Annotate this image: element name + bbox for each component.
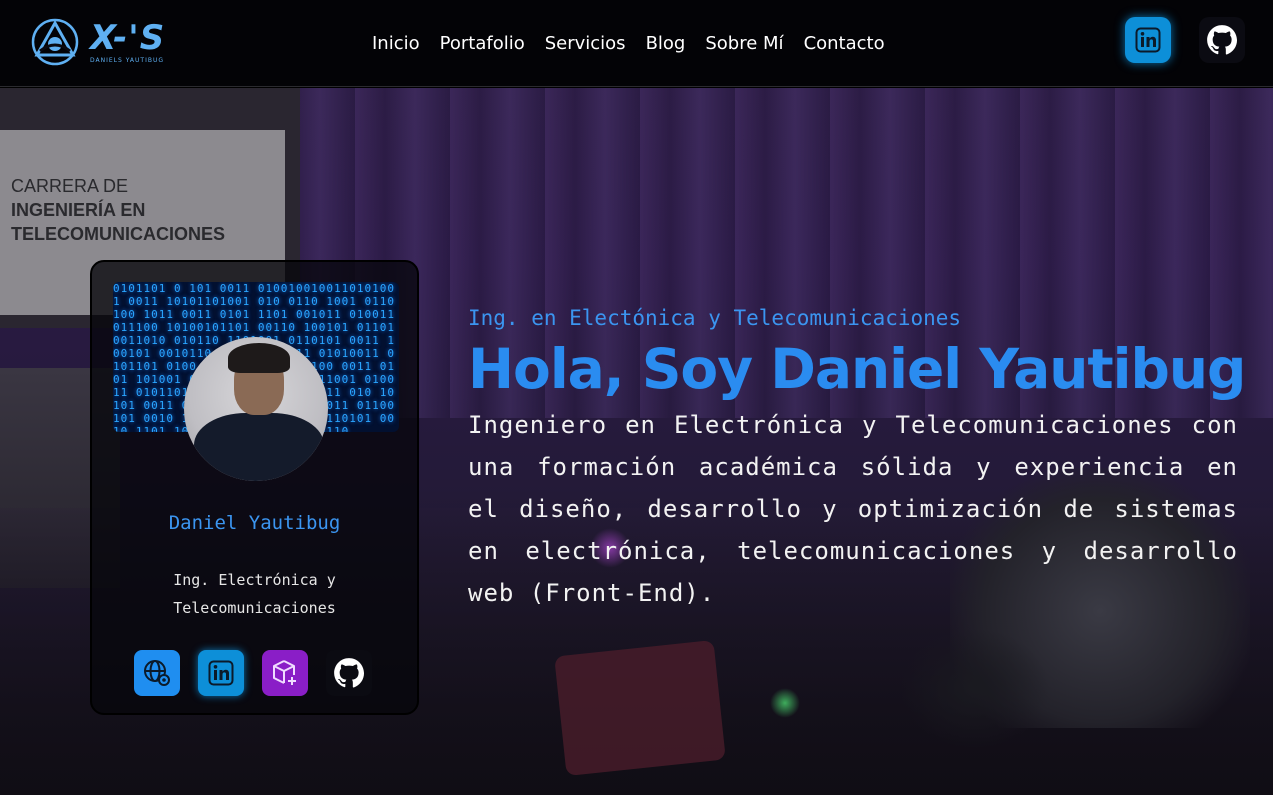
logo-sub-text: DANIELS YAUTIBUG	[90, 56, 165, 64]
profile-card: 0101101 0 101 0011 0100100100110101001 0…	[90, 260, 419, 715]
profile-role-line-1: Ing. Electrónica y	[173, 571, 336, 589]
hero-headline: Hola, Soy Daniel Yautibug	[468, 337, 1246, 401]
nav-link-contacto[interactable]: Contacto	[794, 33, 895, 54]
profile-name: Daniel Yautibug	[168, 512, 341, 534]
profile-role: Ing. Electrónica y Telecomunicaciones	[92, 566, 417, 622]
avatar-body	[194, 413, 324, 481]
avatar	[184, 337, 328, 481]
nav-github-button[interactable]	[1199, 17, 1245, 63]
profile-role-line-2: Telecomunicaciones	[173, 599, 336, 617]
website-button[interactable]	[134, 650, 180, 696]
nav-linkedin-button[interactable]	[1125, 17, 1171, 63]
nav-link-servicios[interactable]: Servicios	[535, 33, 636, 54]
hero-eyebrow: Ing. en Electónica y Telecomunicaciones	[468, 306, 962, 330]
background-robot-board	[554, 639, 726, 777]
paper-line-3: TELECOMUNICACIONES	[11, 224, 226, 244]
profile-social-links	[134, 650, 372, 696]
linkedin-icon	[1135, 27, 1161, 53]
cube-add-icon	[273, 660, 296, 685]
logo-main-text: X-'S	[90, 17, 166, 58]
nav-link-blog[interactable]: Blog	[636, 33, 696, 54]
github-icon	[1207, 25, 1238, 55]
nav-link-inicio[interactable]: Inicio	[362, 33, 430, 54]
github-icon	[334, 658, 365, 688]
background-led-green	[770, 688, 800, 718]
globe-network-icon	[144, 660, 170, 686]
nav-link-portafolio[interactable]: Portafolio	[430, 33, 535, 54]
hero-description: Ingeniero en Electrónica y Telecomunicac…	[468, 411, 1238, 607]
linkedin-icon	[208, 660, 234, 686]
logo-triangle-icon	[31, 18, 79, 66]
background-wheel	[900, 628, 1050, 748]
avatar-hair	[228, 343, 290, 373]
site-logo[interactable]: X-'S DANIELS YAUTIBUG	[30, 16, 175, 68]
card-github-button[interactable]	[326, 650, 372, 696]
card-portfolio-cube-button[interactable]	[262, 650, 308, 696]
main-nav: Inicio Portafolio Servicios Blog Sobre M…	[362, 0, 895, 87]
paper-line-1: CARRERA DE	[11, 176, 129, 196]
card-linkedin-button[interactable]	[198, 650, 244, 696]
top-navbar: X-'S DANIELS YAUTIBUG Inicio Portafolio …	[0, 0, 1273, 87]
nav-social-links	[1125, 17, 1245, 63]
nav-link-sobre-mi[interactable]: Sobre Mí	[695, 33, 793, 54]
logo-wordmark: X-'S DANIELS YAUTIBUG	[90, 21, 165, 64]
paper-line-2: INGENIERÍA EN	[11, 200, 146, 220]
paper-sign-text: CARRERA DE INGENIERÍA EN TELECOMUNICACIO…	[11, 174, 225, 246]
hero-intro: Ing. en Electónica y Telecomunicaciones …	[468, 306, 1246, 614]
